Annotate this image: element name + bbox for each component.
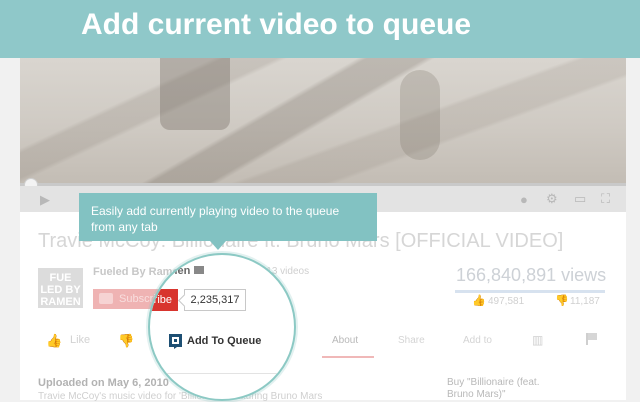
tab-share[interactable]: Share: [398, 335, 425, 346]
feature-tooltip: Easily add currently playing video to th…: [79, 193, 377, 241]
fullscreen-icon[interactable]: ⛶: [601, 191, 610, 207]
add-to-queue-icon[interactable]: [168, 333, 183, 350]
like-button[interactable]: Like: [70, 334, 90, 346]
info-icon[interactable]: ●: [520, 192, 528, 207]
gear-icon[interactable]: ⚙: [546, 191, 558, 207]
magnifier-divider: [150, 373, 294, 374]
like-count: 497,581: [488, 296, 525, 307]
flag-icon[interactable]: [586, 333, 600, 345]
play-icon[interactable]: ▶: [40, 192, 50, 208]
view-count: 166,840,891 views: [456, 265, 607, 285]
stats-icon[interactable]: ▥: [532, 333, 543, 347]
magnifier-lens: Fueled By Ramen Subscribe 2,235,317 Add …: [148, 253, 296, 401]
channel-verified-icon: [194, 266, 205, 274]
thumbs-up-icon[interactable]: 👍: [472, 294, 486, 307]
add-to-queue-button[interactable]: Add To Queue: [187, 335, 261, 347]
subscriber-count: 2,235,317: [184, 289, 246, 311]
upload-date: Uploaded on May 6, 2010: [38, 377, 169, 389]
thumbs-down-icon[interactable]: 👎: [555, 294, 569, 307]
video-figure-secondary: [400, 70, 440, 160]
like-ratio-bar: [455, 290, 605, 293]
magnified-channel-name: Fueled By Ramen: [150, 265, 191, 277]
channel-logo[interactable]: FUE LED BY RAMEN: [38, 268, 83, 308]
banner-title: Add current video to queue: [81, 8, 472, 41]
dislike-count: 11,187: [570, 296, 600, 307]
like-icon[interactable]: 👍: [46, 333, 62, 349]
magnified-channel: Fueled By Ramen: [150, 265, 205, 277]
theater-mode-icon[interactable]: ▭: [574, 191, 586, 207]
youtube-logo-icon: [99, 293, 113, 304]
tab-about[interactable]: About: [332, 335, 358, 346]
tooltip-arrow: [210, 241, 226, 250]
buy-link[interactable]: Buy "Billionaire (feat. Bruno Mars)": [447, 377, 547, 401]
tab-add-to[interactable]: Add to: [463, 335, 492, 346]
active-tab-indicator: [322, 356, 374, 358]
promo-banner: Add current video to queue: [0, 0, 640, 58]
video-description: Travie McCoy's music video for 'Billiona…: [38, 391, 323, 402]
dislike-icon[interactable]: 👎: [118, 333, 134, 349]
subscribe-button[interactable]: Subscribe: [150, 289, 178, 311]
